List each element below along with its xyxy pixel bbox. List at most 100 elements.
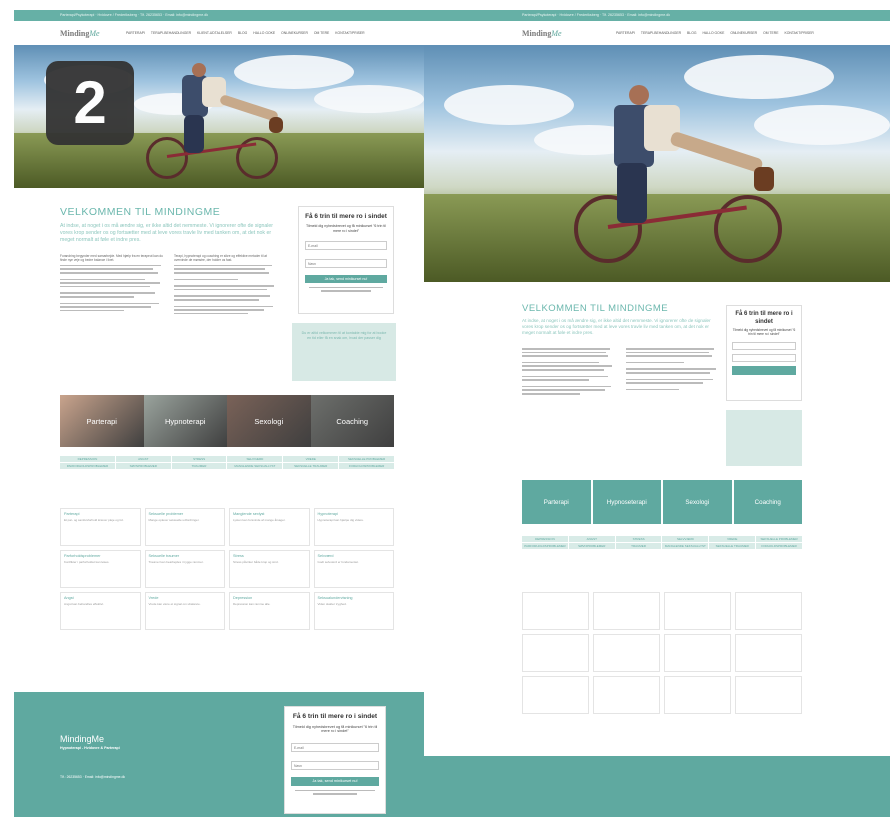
topic-tag[interactable]: MANGLENDE SEKSUALLYST <box>662 543 709 549</box>
topic-card-title: Parterapi <box>64 512 80 516</box>
nav-item[interactable]: BLOG <box>687 31 696 35</box>
nav-item[interactable]: HALLO GOKE <box>702 31 724 35</box>
therapy-tile[interactable]: Parterapi <box>522 480 591 524</box>
topic-card-text: Viden skaber tryghed. <box>317 602 347 606</box>
topic-tag[interactable]: MANGLENDE SEKSUALLYST <box>227 463 283 469</box>
left-footer: MindingMe Hypnoterapi - Hvidovre & Parte… <box>14 692 424 817</box>
empty-card[interactable] <box>522 592 589 630</box>
topic-tag[interactable]: DEPRESSION <box>522 536 568 542</box>
topic-tag[interactable]: FORHOLDSPROBLEMER <box>339 463 394 469</box>
nav-item[interactable]: KONTAKT/PRISER <box>335 31 364 35</box>
topic-tag[interactable]: SEKSUELLE PROBLEMER <box>756 536 802 542</box>
topic-card-title: Selvværd <box>317 554 334 558</box>
topic-tag[interactable]: STRESS <box>171 456 227 462</box>
therapy-tile[interactable]: Hypnoterapi <box>143 395 227 447</box>
nav-item[interactable]: TERAPI-BEHANDLINGER <box>151 31 191 35</box>
left-welcome-lead: At indse, at noget i os må ændre sig, er… <box>60 223 273 243</box>
topic-card-title: Hypnoterapi <box>317 512 338 516</box>
left-topic-tags: DEPRESSION ANGST STRESS SELVVÆRD VREDE SEKSUE… <box>60 456 394 469</box>
topic-card[interactable]: Seksualundervisning Viden skaber tryghed. <box>313 592 394 630</box>
nav-item[interactable]: TERAPI-BEHANDLINGER <box>641 31 681 35</box>
right-form-subtitle: Tilmeld dig nyhedsbrevet og få minikurse… <box>732 328 796 336</box>
topic-card[interactable]: Seksuelle traumer Traumer kan bearbejdes … <box>144 550 225 588</box>
topic-tag[interactable]: VREDE <box>709 536 756 542</box>
topic-tag[interactable]: PARFORHOLDSPROBLEMER <box>522 543 568 549</box>
topic-card-title: Angst <box>64 596 74 600</box>
nav-item[interactable]: PARTERAPI <box>126 31 145 35</box>
empty-card[interactable] <box>664 592 731 630</box>
topic-tag[interactable]: SØVNPROBLEMER <box>115 463 171 469</box>
topic-card[interactable]: Parterapi Et par- og samlivsforhold kræve… <box>60 508 141 546</box>
empty-card[interactable] <box>664 634 731 672</box>
nav-item[interactable]: OM TERE <box>314 31 329 35</box>
empty-card[interactable] <box>735 634 802 672</box>
right-submit-button[interactable] <box>732 366 796 375</box>
nav-item[interactable]: OM TERE <box>763 31 778 35</box>
topic-card-text: Vrede kan være et signal om ubalance. <box>148 602 201 606</box>
topic-tag[interactable]: TRAUMER <box>615 543 662 549</box>
footer-name-input[interactable] <box>291 761 379 771</box>
topic-tag[interactable]: SELVVÆRD <box>662 536 709 542</box>
empty-card[interactable] <box>593 676 660 714</box>
therapy-tile-label: Coaching <box>336 416 369 426</box>
topic-tag[interactable]: SEKSUELLE TRAUMER <box>709 543 756 549</box>
left-logo[interactable]: MindingMe <box>60 29 100 38</box>
topic-tag[interactable]: ANGST <box>568 536 615 542</box>
left-welcome-heading: VELKOMMEN TIL MINDINGME <box>60 206 221 218</box>
left-contact-note: Du er altid velkommen til at kontakte mi… <box>292 323 396 381</box>
nav-item[interactable]: HALLO GOKE <box>253 31 275 35</box>
right-welcome-section: VELKOMMEN TIL MINDINGME At indse, at nog… <box>522 303 722 397</box>
footer-submit-button[interactable]: Ja tak, send minikurset nu! <box>291 776 379 786</box>
topic-tag[interactable]: FORHOLDSPROBLEMER <box>756 543 802 549</box>
nav-item[interactable]: PARTERAPI <box>616 31 635 35</box>
footer-email-input[interactable] <box>291 743 379 753</box>
therapy-tile[interactable]: Sexologi <box>663 480 732 524</box>
left-signup-form: Få 6 trin til mere ro i sindet Tilmeld d… <box>298 206 394 314</box>
right-topic-tags: DEPRESSION ANGST STRESS SELVVÆRD VREDE SEKSUE… <box>522 536 802 549</box>
empty-card[interactable] <box>593 592 660 630</box>
topic-card[interactable]: Hypnoterapi Hypnoterapi kan hjælpe dig vi… <box>313 508 394 546</box>
left-email-input[interactable] <box>305 241 387 251</box>
topic-card[interactable]: Manglende sexlyst Lysten kan forsvinde af… <box>229 508 310 546</box>
topic-card[interactable]: Stress Stress påvirker både krop og sind. <box>229 550 310 588</box>
topic-tag[interactable]: DEPRESSION <box>60 456 115 462</box>
therapy-tile[interactable]: Hypnoseterapi <box>592 480 661 524</box>
nav-item[interactable]: KONTAKT/PRISER <box>785 31 814 35</box>
topic-tag[interactable]: PARFORHOLDSPROBLEMER <box>60 463 115 469</box>
topic-tag[interactable]: SEKSUELLE TRAUMER <box>283 463 339 469</box>
empty-card[interactable] <box>664 676 731 714</box>
nav-item[interactable]: BLOG <box>238 31 247 35</box>
left-submit-button[interactable]: Ja tak, send minikurset nu! <box>305 274 387 283</box>
right-email-input[interactable] <box>732 342 796 350</box>
topic-tag[interactable]: VREDE <box>283 456 339 462</box>
therapy-tile-label: Hypnoterapi <box>165 416 206 426</box>
topic-card[interactable]: Vrede Vrede kan være et signal om ubalanc… <box>144 592 225 630</box>
nav-item[interactable]: ONLINEKURSER <box>730 31 757 35</box>
topic-card[interactable]: Seksuelle problemer Mange oplever seksuel… <box>144 508 225 546</box>
topic-tag[interactable]: SEKSUELLE PROBLEMER <box>339 456 394 462</box>
topic-tag[interactable]: SELVVÆRD <box>227 456 283 462</box>
topic-tag[interactable]: SØVNPROBLEMER <box>568 543 615 549</box>
topic-card[interactable]: Parforholdsproblemer Konflikter i parforh… <box>60 550 141 588</box>
topic-card[interactable]: Angst Angst kan behandles effektivt. <box>60 592 141 630</box>
empty-card[interactable] <box>522 676 589 714</box>
empty-card[interactable] <box>522 634 589 672</box>
topic-tag[interactable]: STRESS <box>615 536 662 542</box>
topic-card[interactable]: Depression Depression kan ramme alle. <box>229 592 310 630</box>
therapy-tile[interactable]: Parterapi <box>60 395 144 447</box>
nav-item[interactable]: KLIENT-UDTALELSER <box>197 31 232 35</box>
empty-card[interactable] <box>735 592 802 630</box>
topic-tag[interactable]: ANGST <box>115 456 171 462</box>
topic-card[interactable]: Selvværd Godt selvværd er fundamentet. <box>313 550 394 588</box>
topic-tag[interactable]: TRAUMER <box>171 463 227 469</box>
empty-card[interactable] <box>593 634 660 672</box>
therapy-tile[interactable]: Coaching <box>310 395 394 447</box>
empty-card[interactable] <box>735 676 802 714</box>
therapy-tile[interactable]: Coaching <box>733 480 802 524</box>
nav-item[interactable]: ONLINEKURSER <box>281 31 308 35</box>
topic-card-title: Seksuelle problemer <box>148 512 184 516</box>
right-name-input[interactable] <box>732 354 796 362</box>
left-name-input[interactable] <box>305 259 387 269</box>
therapy-tile[interactable]: Sexologi <box>227 395 311 447</box>
right-logo[interactable]: MindingMe <box>522 29 562 38</box>
